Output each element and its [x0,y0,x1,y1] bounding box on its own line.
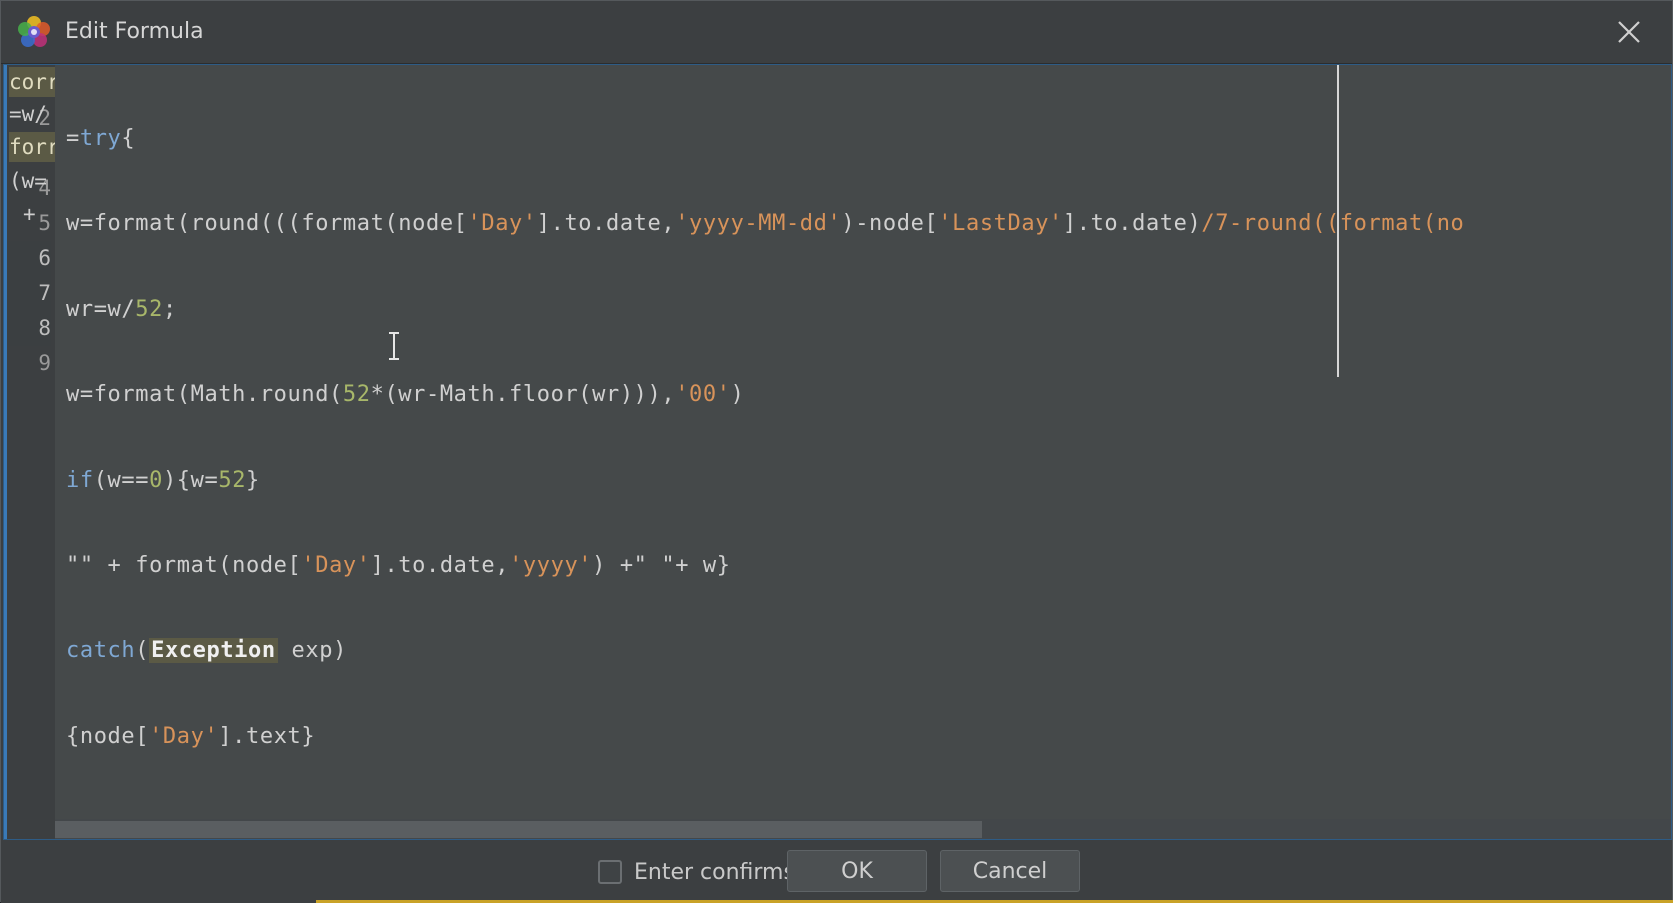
code-string: 'yyyy' [509,552,593,578]
dialog-title: Edit Formula [65,19,204,44]
code-token: ; [162,296,177,322]
code-class-highlight: Exception [149,638,278,664]
code-token: ].to.date, [370,552,510,578]
code-number: 52 [218,467,247,493]
code-line: w=format(round(((format(node['Day'].to.d… [66,206,1671,241]
code-line: catch(Exception exp) [66,633,1671,668]
code-token: ].to.date, [536,211,676,237]
code-number: 52 [342,382,371,408]
code-line: =try{ [66,121,1671,156]
overlay-fragment: =w/ [9,102,47,126]
code-line: "" + format(node['Day'].to.date,'yyyy') … [66,548,1671,583]
code-token: ].to.date) [1062,211,1202,237]
code-string: 'Day' [467,211,537,237]
code-number: 52 [135,296,163,322]
code-token: ) +" "+ w} [592,552,731,578]
text-cursor-icon [389,332,399,360]
code-token: )-node[ [841,211,939,237]
code-token: "" + format(node[ [66,552,302,578]
code-line: wr=w/52; [66,292,1671,327]
code-area[interactable]: =try{ w=format(round(((format(node['Day'… [66,71,1671,839]
code-token: } [246,467,260,493]
dialog-footer: Enter confirms OK Cancel [1,841,1673,903]
formula-editor[interactable]: 1 2 3 4 5 6 7 8 9 corr =w/ forr (w= + =t… [3,64,1672,840]
line-number: 9 [38,351,51,375]
code-token: ) [730,382,745,408]
code-string: '00' [675,382,731,408]
code-string: 'LastDay' [938,211,1063,237]
code-token: exp) [277,638,347,664]
overlay-fragment: (w= [9,169,47,193]
enter-confirms-label: Enter confirms [634,859,795,885]
right-margin-guide [1337,65,1339,377]
code-token: (w== [93,467,150,493]
overlay-fragment: + [23,202,36,226]
code-token: w=format(round(((format(node[ [66,211,468,237]
enter-confirms-option[interactable]: Enter confirms [598,855,795,889]
app-logo-icon [18,16,50,47]
code-string: /7-round((format(no [1201,211,1465,237]
overlay-fragment: forr [9,132,55,162]
code-keyword: if [66,467,94,493]
enter-confirms-checkbox[interactable] [598,860,622,884]
code-string: 'Day' [149,723,219,749]
code-token: {node[ [66,723,150,749]
code-keyword: try [79,126,122,151]
horizontal-scrollbar[interactable] [55,819,1671,839]
code-token: { [121,126,136,151]
code-number: 0 [149,467,163,493]
scrollbar-thumb[interactable] [55,821,982,838]
code-token: ].text} [218,723,316,749]
code-token: *(wr-Math.floor(wr))), [370,382,676,408]
code-line: w=format(Math.round(52*(wr-Math.floor(wr… [66,377,1671,412]
close-icon[interactable] [1612,15,1646,49]
line-number: 8 [7,311,51,346]
code-token: wr=w/ [66,296,136,322]
title-bar[interactable]: Edit Formula [1,1,1672,64]
ok-button[interactable]: OK [787,850,927,892]
code-keyword: catch [66,638,136,664]
code-token: ( [135,638,150,664]
overlay-text-fragments: corr =w/ forr (w= + [7,65,55,315]
code-string: 'yyyy-MM-dd' [675,211,842,237]
edit-formula-dialog: Edit Formula 1 2 3 4 5 6 7 8 9 corr =w/ … [0,0,1673,903]
code-token: w=format(Math.round( [66,382,343,408]
code-token: = [66,126,80,151]
code-line: if(w==0){w=52} [66,463,1671,498]
cancel-button[interactable]: Cancel [940,850,1080,892]
overlay-fragment: corr [9,67,55,97]
code-line: {node['Day'].text} [66,719,1671,754]
code-token: ){w= [162,467,219,493]
code-string: 'Day' [301,552,371,578]
